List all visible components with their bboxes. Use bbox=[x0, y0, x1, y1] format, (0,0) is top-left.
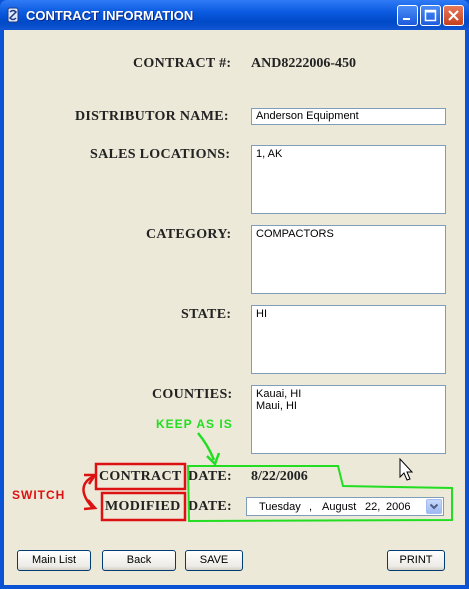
category-field[interactable]: COMPACTORS bbox=[251, 225, 446, 294]
chevron-down-icon bbox=[429, 503, 439, 510]
state-field[interactable]: HI bbox=[251, 305, 446, 374]
modified-date-label-suffix: DATE: bbox=[188, 499, 233, 514]
modified-date-label-word: MODIFIED bbox=[105, 499, 181, 514]
modified-date-picker[interactable]: Tuesday , August 22, 2006 bbox=[246, 497, 444, 516]
contract-date-label-suffix: DATE: bbox=[188, 469, 233, 484]
date-day[interactable]: 22, bbox=[365, 501, 380, 513]
distributor-name-field[interactable]: Anderson Equipment bbox=[251, 108, 446, 125]
client-area: CONTRACT #: AND8222006-450 DISTRIBUTOR N… bbox=[4, 30, 465, 585]
back-button[interactable]: Back bbox=[102, 550, 176, 571]
window-title: CONTRACT INFORMATION bbox=[26, 8, 194, 23]
contract-information-window: CONTRACT INFORMATION CONTRACT #: AND8222… bbox=[0, 0, 469, 589]
counties-field[interactable]: Kauai, HI Maui, HI bbox=[251, 385, 446, 454]
contract-date-label-word: CONTRACT bbox=[99, 469, 182, 484]
date-dropdown-button[interactable] bbox=[426, 499, 442, 514]
state-label: STATE: bbox=[181, 307, 232, 322]
maximize-icon bbox=[424, 9, 437, 22]
category-label: CATEGORY: bbox=[146, 227, 232, 242]
sales-locations-label: SALES LOCATIONS: bbox=[90, 147, 231, 162]
contract-number-value: AND8222006-450 bbox=[251, 56, 356, 71]
title-bar: CONTRACT INFORMATION bbox=[0, 0, 469, 30]
date-weekday[interactable]: Tuesday bbox=[259, 501, 301, 513]
app-icon bbox=[7, 7, 19, 23]
minimize-icon bbox=[403, 18, 410, 20]
counties-label: COUNTIES: bbox=[152, 387, 233, 402]
date-year[interactable]: 2006 bbox=[386, 501, 410, 513]
date-separator: , bbox=[309, 501, 313, 513]
contract-date-value: 8/22/2006 bbox=[251, 469, 308, 484]
close-button[interactable] bbox=[443, 5, 464, 26]
save-button[interactable]: SAVE bbox=[185, 550, 243, 571]
date-month[interactable]: August bbox=[322, 501, 356, 513]
distributor-name-label: DISTRIBUTOR NAME: bbox=[75, 109, 229, 124]
keep-as-is-annotation: KEEP AS IS bbox=[156, 417, 233, 431]
minimize-button[interactable] bbox=[397, 5, 418, 26]
sales-locations-field[interactable]: 1, AK bbox=[251, 145, 446, 214]
close-icon bbox=[448, 10, 459, 21]
maximize-button[interactable] bbox=[420, 5, 441, 26]
switch-annotation: SWITCH bbox=[12, 488, 66, 502]
print-button[interactable]: PRINT bbox=[387, 550, 445, 571]
main-list-button[interactable]: Main List bbox=[17, 550, 91, 571]
contract-number-label: CONTRACT #: bbox=[133, 56, 232, 71]
